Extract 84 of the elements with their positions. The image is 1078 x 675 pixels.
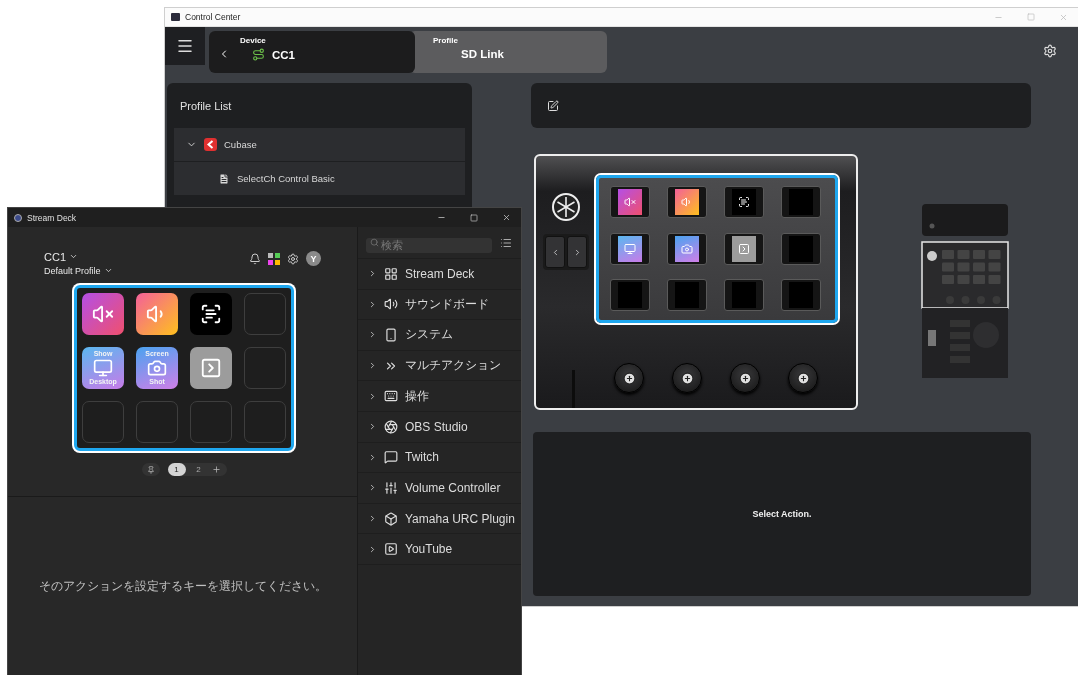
settings-icon[interactable] [287,252,299,265]
app-icon [14,213,22,222]
aperture-icon [384,419,398,434]
action-category[interactable]: システム [358,320,521,351]
speaker-icon [681,196,693,208]
deck-key[interactable] [190,347,232,389]
hardware-key[interactable] [610,232,650,265]
panel-title: Profile List [179,98,233,114]
window-title: Stream Deck [27,212,77,223]
knob[interactable] [730,363,760,393]
deck-key[interactable] [190,293,232,335]
deck-key[interactable] [82,293,124,335]
emblem-icon [551,192,581,222]
search-icon [370,238,379,247]
pin-button[interactable] [141,463,160,476]
device-icon [384,328,398,342]
action-category[interactable]: YouTube [358,534,521,565]
maximize-icon[interactable] [470,213,478,222]
menu-icon [176,37,194,55]
speaker-icon [384,297,398,312]
chevron-down-icon [69,252,78,261]
action-category[interactable]: マルチアクション [358,350,521,382]
camera-icon [681,242,693,255]
speaker-mute-icon [92,303,114,325]
profile-dropdown[interactable]: Default Profile [44,264,113,277]
settings-icon [1043,44,1057,58]
hardware-key[interactable] [667,186,707,218]
plus-icon [738,371,752,385]
connection-icon [252,48,265,61]
app-logo-icon [204,138,217,151]
add-page-button[interactable] [211,465,221,474]
text-frame-icon [738,196,750,208]
action-category[interactable]: Yamaha URC Plugin [358,503,521,535]
file-icon [218,172,230,185]
plugin-box-icon [384,511,398,526]
device-dropdown[interactable]: CC1 [44,249,78,264]
pin-icon [146,465,155,474]
settings-button[interactable] [1043,44,1057,58]
chevron-square-icon [200,357,222,379]
page-button[interactable]: 1 [167,463,186,476]
list-icon[interactable] [500,236,512,249]
action-category[interactable]: Twitch [358,442,521,474]
action-category[interactable]: Stream Deck [358,259,521,290]
action-category[interactable]: サウンドボード [358,289,521,321]
hardware-key[interactable] [667,232,707,265]
plus-icon [211,465,221,474]
edit-icon[interactable] [547,99,559,112]
profile-list-item[interactable]: SelectCh Control Basic [174,162,465,196]
header-tab[interactable]: Device CC1 [209,31,415,73]
menu-button[interactable] [165,27,205,65]
monitor-icon [93,358,113,378]
knob[interactable] [614,363,644,393]
profile-list-item[interactable]: Cubase [174,128,465,162]
text-frame-icon [200,303,222,325]
plus-icon [680,371,694,385]
page-button[interactable]: 2 [189,463,208,476]
plus-icon [622,371,636,385]
window-title: Control Center [185,12,241,22]
app-icon [171,13,180,21]
hardware-key[interactable] [724,232,764,265]
knob[interactable] [788,363,818,393]
bell-icon[interactable] [249,252,261,265]
action-category[interactable]: OBS Studio [358,411,521,443]
hint-text: そのアクションを設定するキーを選択してください。 [38,577,327,595]
action-category[interactable]: 操作 [358,381,521,412]
sliders-icon [384,480,398,495]
knob[interactable] [672,363,702,393]
deck-key[interactable] [136,293,178,335]
empty-state-text: Select Action. [752,509,812,519]
search-field[interactable]: 検索 [366,237,492,253]
plus-icon [796,371,810,385]
chat-bubble-icon [384,450,398,465]
squares-icon[interactable] [268,252,280,265]
monitor-icon [624,242,636,255]
chevron-down-icon [103,266,113,275]
close-icon[interactable] [502,213,511,222]
keypad-icon [384,266,398,281]
camera-icon [147,358,167,378]
speaker-mute-icon [624,196,636,208]
hardware-key[interactable] [610,186,650,218]
play-icon [384,542,398,557]
keys-icon [384,389,398,404]
chevron-square-icon [738,242,750,255]
action-category[interactable]: Volume Controller [358,473,521,504]
